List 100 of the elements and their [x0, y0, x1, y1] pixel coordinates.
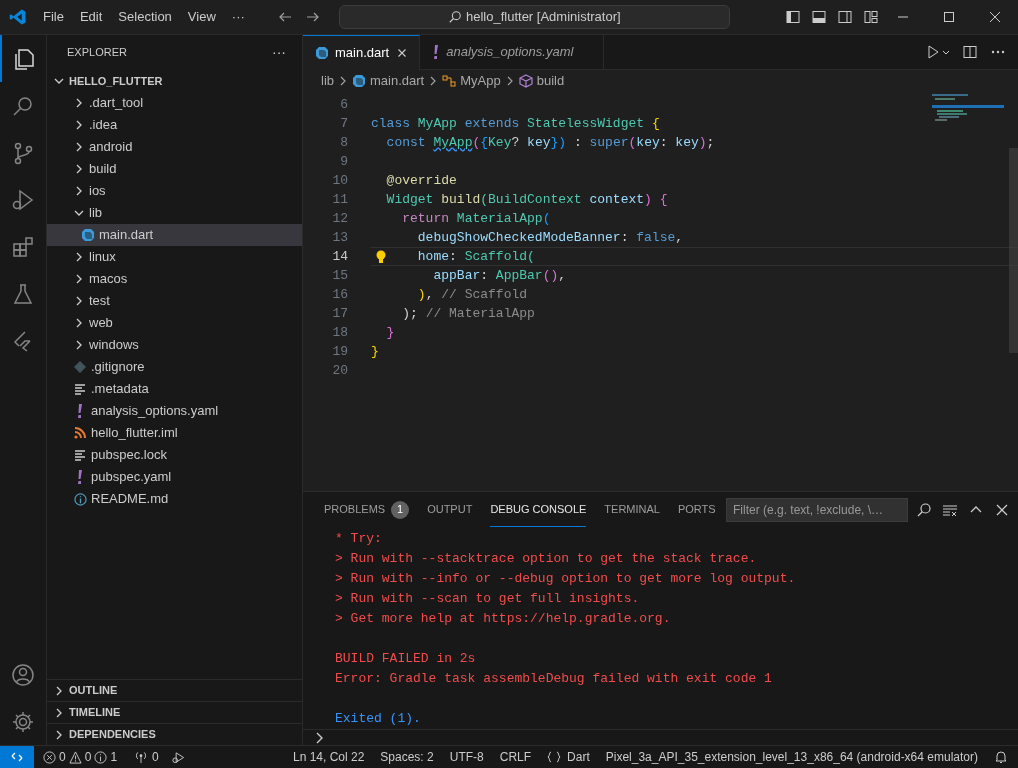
sidebar-title: EXPLORER — [67, 45, 127, 61]
search-icon[interactable] — [916, 501, 932, 518]
toggle-secondary-sidebar-icon[interactable] — [836, 9, 853, 25]
tree-item[interactable]: HELLO_FLUTTER — [47, 70, 302, 92]
code-line: debugShowCheckedModeBanner: false, — [417, 228, 684, 247]
console-line: > Run with --info or --debug option to get more log output. — [335, 570, 797, 588]
line-number: 20 — [331, 361, 348, 380]
menu-item[interactable]: Selection — [110, 7, 180, 27]
tree-item[interactable]: README.md — [47, 488, 302, 510]
tree-item[interactable]: .gitignore — [47, 356, 302, 378]
line-number: 16 — [331, 285, 348, 304]
menu-item[interactable]: File — [35, 7, 72, 27]
editor-tab[interactable]: analysis_options.yaml — [420, 35, 605, 70]
ports-status[interactable]: 0 — [134, 748, 159, 766]
count-badge: 1 — [391, 500, 410, 519]
code-line: ), // Scaffold — [417, 285, 528, 304]
code-line: class MyApp extends StatelessWidget { — [371, 114, 660, 133]
panel-tab[interactable]: PORTS — [668, 492, 725, 527]
tree-item[interactable]: main.dart — [47, 224, 302, 246]
remote-button[interactable] — [0, 745, 34, 768]
editor-tab[interactable]: main.dart — [303, 35, 421, 70]
run-debug-icon[interactable] — [926, 44, 950, 60]
exclamation-icon — [76, 470, 84, 484]
menu-item[interactable]: View — [179, 7, 224, 27]
account-icon[interactable] — [11, 662, 35, 687]
tree-item[interactable]: ios — [47, 180, 302, 202]
chevron-right-icon — [338, 75, 348, 87]
tree-item[interactable]: pubspec.yaml — [47, 466, 302, 488]
tree-item[interactable]: lib — [47, 202, 302, 224]
breadcrumb-item[interactable]: lib — [321, 71, 334, 91]
lightbulb-icon[interactable] — [375, 250, 387, 264]
line-number: 13 — [331, 228, 348, 247]
dart-icon — [315, 46, 329, 60]
menu-item[interactable]: Edit — [71, 7, 111, 27]
toggle-panel-icon[interactable] — [810, 9, 827, 25]
feed-icon — [74, 427, 86, 439]
more-actions-button[interactable]: ··· — [272, 42, 286, 63]
tree-item[interactable]: windows — [47, 334, 302, 356]
remote-icon — [11, 751, 23, 763]
problems-status[interactable]: 0 0 1 — [42, 748, 119, 766]
more-menu-button[interactable]: ··· — [223, 7, 253, 27]
code-line: } — [386, 323, 395, 342]
panel-tab[interactable]: TERMINAL — [595, 492, 669, 527]
console-line: * Try: — [335, 530, 383, 548]
tree-item[interactable]: analysis_options.yaml — [47, 400, 302, 422]
tree-item[interactable]: pubspec.lock — [47, 444, 302, 466]
tree-item[interactable]: .metadata — [47, 378, 302, 400]
tree-item[interactable]: hello_flutter.iml — [47, 422, 302, 444]
cursor-position-status[interactable]: Ln 14, Col 22 — [292, 748, 365, 766]
breadcrumb-item[interactable]: main.dart — [352, 71, 425, 91]
breadcrumb-item[interactable]: MyApp — [442, 71, 501, 91]
indentation-status[interactable]: Spaces: 2 — [380, 748, 434, 766]
console-line: > Run with --stacktrace option to get the stack trace. — [335, 550, 758, 568]
encoding-status[interactable]: UTF-8 — [449, 748, 484, 766]
console-line: > Get more help at https://help.gradle.org. — [335, 610, 672, 628]
section-header[interactable]: TIMELINE — [47, 701, 302, 723]
line-number: 9 — [339, 152, 348, 171]
line-ending-status[interactable]: CRLF — [499, 748, 532, 766]
tree-item[interactable]: android — [47, 136, 302, 158]
flask-icon[interactable] — [11, 281, 35, 306]
bell-icon[interactable] — [994, 750, 1008, 764]
line-number: 10 — [331, 171, 348, 190]
tree-item[interactable]: linux — [47, 246, 302, 268]
braces-icon — [547, 751, 562, 763]
tree-item[interactable]: .idea — [47, 114, 302, 136]
tree-item[interactable]: web — [47, 312, 302, 334]
info-icon — [73, 492, 87, 506]
panel-tab[interactable]: PROBLEMS 1 — [315, 492, 419, 527]
panel-tab[interactable]: OUTPUT — [418, 492, 482, 527]
device-status[interactable]: Pixel_3a_API_35_extension_level_13_x86_64 (android-x64 emulator) — [605, 748, 978, 766]
console-line: Exited (1). — [335, 710, 422, 728]
command-center[interactable]: hello_flutter [Administrator] — [338, 5, 730, 29]
broadcast-icon — [134, 750, 149, 764]
tree-item[interactable]: .dart_tool — [47, 92, 302, 114]
toggle-sidebar-icon[interactable] — [784, 9, 801, 25]
panel-tab[interactable]: DEBUG CONSOLE — [481, 492, 596, 527]
filter-field[interactable]: Filter (e.g. text, !exclude, \… — [726, 497, 908, 522]
maximize-icon[interactable] — [944, 12, 954, 22]
line-number: 15 — [331, 266, 348, 285]
debug-icon[interactable] — [170, 750, 185, 764]
settings-icon[interactable] — [11, 709, 35, 734]
dart-icon — [352, 74, 366, 88]
extensions-icon[interactable] — [11, 234, 35, 259]
tree-item[interactable]: macos — [47, 268, 302, 290]
tree-item[interactable]: build — [47, 158, 302, 180]
language-status[interactable]: Dart — [547, 748, 590, 766]
layout-icon[interactable] — [862, 9, 879, 25]
scrollbar-thumb[interactable] — [1009, 148, 1018, 353]
split-editor-icon[interactable] — [962, 44, 978, 60]
line-number: 14 — [331, 247, 348, 266]
code-line: const MyApp({Key? key}) : super(key: key); — [386, 133, 715, 152]
run-debug-icon[interactable] — [11, 187, 35, 212]
exclamation-icon — [432, 45, 441, 59]
tree-item[interactable]: test — [47, 290, 302, 312]
breadcrumb-item[interactable]: build — [518, 71, 565, 91]
console-line: > Run with --scan to get full insights. — [335, 590, 641, 608]
section-header[interactable]: OUTLINE — [47, 679, 302, 701]
close-icon[interactable] — [990, 12, 1000, 22]
line-number: 18 — [331, 323, 348, 342]
code-line: Widget build(BuildContext context) { — [386, 190, 668, 209]
